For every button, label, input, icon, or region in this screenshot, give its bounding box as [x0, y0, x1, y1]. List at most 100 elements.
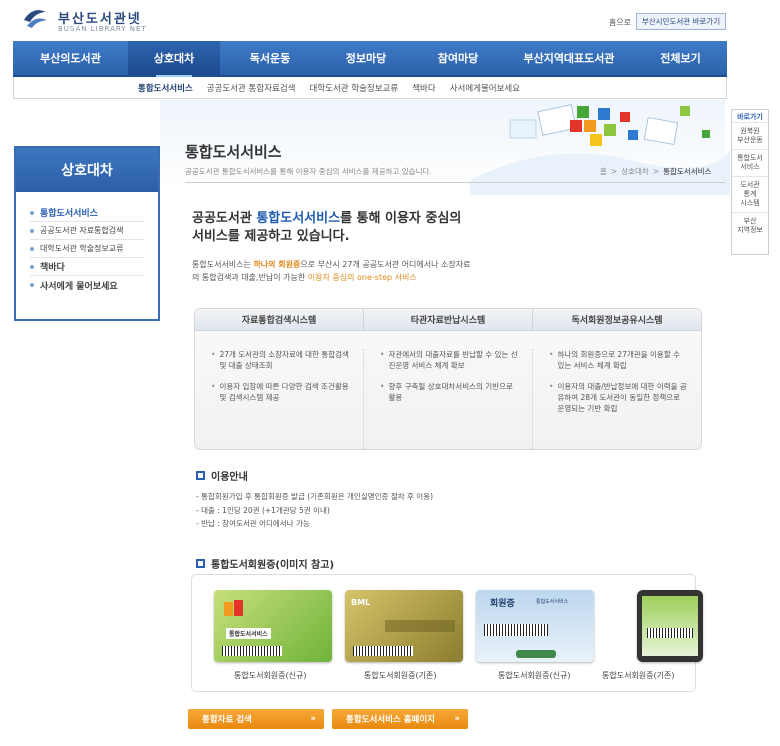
system-tab-return: 타관자료반납시스템	[364, 309, 533, 331]
lnb-item-ask-librarian[interactable]: 사서에게 물어보세요	[30, 276, 144, 294]
system-point: 자관에서의 대출자료를 반납할 수 있는 선진운영 서비스 체계 확보	[380, 349, 518, 371]
card-caption: 통합도서회원증(신규)	[498, 671, 571, 680]
quick-integrated-service[interactable]: 통합도서 서비스	[732, 149, 768, 176]
card-band	[385, 620, 455, 632]
system-col-search: 27개 도서관의 소장자료에 대한 통합검색 및 대출 상태조회 이용자 입장에…	[195, 349, 364, 449]
left-nav: 상호대차 통합도서서비스 공공도서관 자료통합검색 대학도서관 학술정보교류 책…	[14, 146, 160, 321]
quick-regional-info[interactable]: 부산 지역정보	[732, 212, 768, 239]
subnav-university-exchange[interactable]: 대학도서관 학술정보교류	[309, 82, 398, 94]
quick-menu-title: 바로가기	[737, 113, 763, 121]
subnav-integrated-service[interactable]: 통합도서서비스	[138, 82, 193, 94]
busan-logo-icon[interactable]	[22, 6, 48, 30]
system-point: 하나의 회원증으로 27개관을 이용할 수 있는 서비스 체계 확립	[549, 349, 687, 371]
usage-line: - 통합회원가입 후 통합회원증 발급 (기존회원은 개인실명인증 절차 후 이…	[196, 492, 434, 501]
intro-paragraph: 통합도서서비스는 하나의 회원증으로 부산시 27개 공공도서관 어디에서나 소…	[192, 258, 477, 284]
cards-section-title: 통합도서회원증(이미지 참고)	[196, 556, 334, 571]
card-sub-label: 통합도서서비스	[536, 599, 569, 605]
title-divider	[185, 182, 725, 183]
lnb-label: 사서에게 물어보세요	[40, 281, 118, 292]
lnb-label: 책바다	[40, 263, 65, 273]
gnb-reading-campaign[interactable]: 독서운동	[220, 41, 320, 75]
phone-screen	[642, 596, 698, 656]
bullet-icon	[30, 228, 34, 233]
cards-panel: 통합도서서비스 BML 회원증 통합도서서비스 통합도서회원증(신규) 통합도서…	[191, 574, 703, 692]
system-point: 이용자의 대출/반납정보에 대한 이력을 공유하여 28개 도서관이 동일한 정…	[549, 381, 687, 414]
usage-list: - 통합회원가입 후 통합회원증 발급 (기존회원은 개인실명인증 절차 후 이…	[196, 490, 433, 531]
integrated-homepage-button[interactable]: 통합도서서비스 홈페이지 »	[332, 709, 468, 729]
lnb-label: 대학도서관 학술정보교류	[40, 244, 124, 253]
breadcrumb-current: 통합도서서비스	[663, 167, 712, 176]
card-caption: 통합도서회원증(기존)	[364, 671, 437, 680]
lnb-item-integrated-service[interactable]: 통합도서서비스	[30, 204, 144, 222]
breadcrumb: 홈 > 상호대차 > 통합도서서비스	[600, 166, 711, 177]
headline-text: 를 통해 이용자 중심의	[340, 211, 462, 226]
headline-text: 공공도서관	[192, 211, 257, 226]
bullet-icon	[30, 264, 34, 269]
sub-nav: 통합도서서비스 공공도서관 통합자료검색 대학도서관 학술정보교류 책바다 사서…	[13, 77, 727, 99]
card-logo-icon	[224, 600, 243, 616]
subnav-ask-librarian[interactable]: 사서에게물어보세요	[450, 82, 520, 94]
system-point: 이용자 입장에 따른 다양한 검색 조건활용 및 검색시스템 제공	[211, 381, 349, 403]
banner-cubes-illustration	[470, 104, 730, 195]
headline: 공공도서관 통합도서서비스를 통해 이용자 중심의 서비스를 제공하고 있습니다…	[192, 210, 532, 246]
quick-onebook[interactable]: 원북원 부산운동	[732, 122, 768, 149]
quick-menu: 바로가기 원북원 부산운동 통합도서 서비스 도서관 통계 시스템 부산 지역정…	[731, 109, 769, 255]
gnb-libraries[interactable]: 부산의도서관	[13, 41, 128, 75]
chevron-right-icon: »	[310, 714, 317, 724]
barcode-icon	[484, 624, 548, 636]
left-nav-title: 상호대차	[16, 148, 158, 192]
card-label: 회원증	[490, 599, 515, 609]
barcode-icon	[647, 628, 693, 638]
card-label: 통합도서서비스	[226, 628, 271, 639]
gnb-info-plaza[interactable]: 정보마당	[320, 41, 412, 75]
card-caption: 통합도서회원증(신규)	[234, 671, 307, 680]
button-label: 통합자료 검색	[202, 715, 252, 725]
lnb-item-public-search[interactable]: 공공도서관 자료통합검색	[30, 222, 144, 240]
card-badge	[516, 650, 556, 658]
lnb-label: 공공도서관 자료통합검색	[40, 226, 124, 235]
usage-title-text: 이용안내	[211, 472, 248, 483]
logo-subtitle: BUSAN LIBRARY NET	[58, 25, 147, 33]
bullet-icon	[30, 283, 34, 287]
headline-highlight: 통합도서서비스	[256, 211, 341, 226]
membership-card-old-1: BML	[345, 590, 463, 662]
subnav-chaekbada[interactable]: 책바다	[412, 82, 435, 94]
intro-highlight: 이용자 중심의 one-step 서비스	[307, 273, 417, 282]
system-tab-member: 독서회원정보공유시스템	[533, 309, 701, 331]
gnb-participation[interactable]: 참여마당	[412, 41, 504, 75]
system-point: 향후 구축될 상호대차서비스의 기반으로 활용	[380, 381, 518, 403]
breadcrumb-section[interactable]: 상호대차	[621, 166, 649, 177]
quick-library-stats[interactable]: 도서관 통계 시스템	[732, 176, 768, 212]
page-title: 통합도서서비스	[185, 143, 282, 161]
headline-text: 서비스를 제공하고 있습니다.	[192, 229, 350, 244]
system-col-member: 하나의 회원증으로 27개관을 이용할 수 있는 서비스 체계 확립 이용자의 …	[533, 349, 701, 449]
breadcrumb-home[interactable]: 홈	[600, 166, 607, 177]
global-nav: 부산의도서관 상호대차 독서운동 정보마당 참여마당 부산지역대표도서관 전체보…	[13, 41, 727, 77]
systems-panel: 자료통합검색시스템 타관자료반납시스템 독서회원정보공유시스템 27개 도서관의…	[194, 308, 702, 450]
page-description: 공공도서관 통합도서서비스를 통해 이용자 중심의 서비스를 제공하고 있습니다…	[185, 167, 432, 176]
usage-section-title: 이용안내	[196, 468, 248, 483]
bullet-icon	[30, 246, 34, 251]
lnb-item-chaekbada[interactable]: 책바다	[30, 258, 144, 276]
usage-line: - 대출 : 1인당 20권 (+1개관당 5권 이내)	[196, 505, 330, 515]
usage-line: - 반납 : 참여도서관 어디에서나 가능	[196, 519, 310, 528]
breadcrumb-separator: >	[610, 167, 618, 176]
cards-title-text: 통합도서회원증(이미지 참고)	[211, 560, 335, 571]
gnb-interlibrary-loan[interactable]: 상호대차	[128, 41, 220, 77]
intro-highlight: 하나의 회원증	[253, 260, 301, 269]
system-col-return: 자관에서의 대출자료를 반납할 수 있는 선진운영 서비스 체계 확보 향후 구…	[364, 349, 533, 449]
system-tab-search: 자료통합검색시스템	[195, 309, 364, 331]
home-link[interactable]: 홈으로	[609, 17, 631, 28]
lnb-label: 통합도서서비스	[40, 209, 98, 219]
system-point: 27개 도서관의 소장자료에 대한 통합검색 및 대출 상태조회	[211, 349, 349, 371]
integrated-search-button[interactable]: 통합자료 검색 »	[188, 709, 324, 729]
membership-card-new-2: 회원증 통합도서서비스	[476, 590, 594, 662]
subnav-public-search[interactable]: 공공도서관 통합자료검색	[207, 82, 296, 94]
section-square-icon	[196, 559, 205, 568]
lnb-item-university-exchange[interactable]: 대학도서관 학술정보교류	[30, 240, 144, 258]
gnb-sitemap[interactable]: 전체보기	[634, 41, 727, 75]
gnb-representative-library[interactable]: 부산지역대표도서관	[504, 41, 634, 75]
breadcrumb-separator: >	[652, 167, 660, 176]
citizen-library-link[interactable]: 부산시민도서관 바로가기	[636, 13, 726, 30]
chevron-right-icon: »	[454, 714, 461, 724]
